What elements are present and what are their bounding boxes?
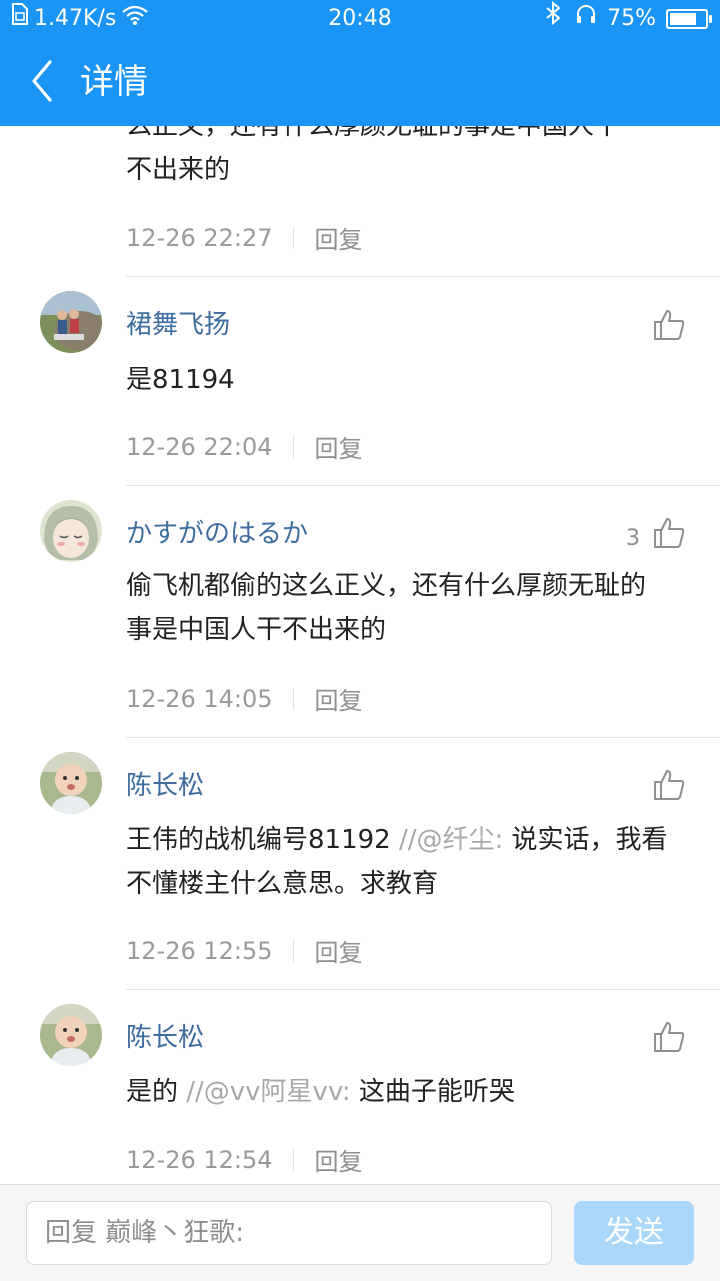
navbar: 详情 (0, 38, 720, 126)
comment-content: 偷飞机都偷的这么正义，还有什么厚颜无耻的事是中国人干不出来的 (126, 564, 671, 652)
reply-button[interactable]: 回复 (315, 681, 363, 716)
bluetooth-icon (543, 0, 565, 38)
page-title: 详情 (80, 62, 148, 102)
comment-content-partial: 不出来的 (126, 155, 231, 185)
reply-button[interactable]: 回复 (315, 220, 363, 255)
quote-author[interactable]: //@纤尘: (399, 825, 503, 855)
comment-meta: 12-26 22:27 回复 (126, 220, 363, 255)
comment-time: 12-26 22:04 (126, 432, 273, 461)
comment-meta: 12-26 12:54 回复 (126, 1142, 363, 1177)
comment-text: 是81194 (126, 365, 235, 395)
avatar[interactable] (40, 752, 102, 814)
reply-bar: 回复 巅峰丶狂歌: 发送 (0, 1184, 720, 1281)
battery-percent: 75% (607, 6, 656, 31)
meta-divider (292, 687, 294, 710)
status-bar: 1.47K/s 20:48 75% (0, 0, 720, 38)
chevron-left-icon (32, 60, 52, 102)
thumbs-up-icon[interactable] (652, 768, 686, 802)
meta-divider (292, 435, 294, 458)
comment-time: 12-26 22:27 (126, 223, 273, 252)
meta-divider (292, 939, 294, 962)
comment-content: 王伟的战机编号81192 //@纤尘: 说实话，我看不懂楼主什么意思。求教育 (126, 818, 671, 906)
comment-text: 偷飞机都偷的这么正义，还有什么厚颜无耻的事是中国人干不出来的 (126, 571, 647, 645)
headphone-icon (575, 0, 597, 38)
comment-username[interactable]: 陈长松 (126, 765, 204, 802)
comment-meta: 12-26 22:04 回复 (126, 429, 363, 464)
comment-time: 12-26 14:05 (126, 684, 273, 713)
comment-username[interactable]: かすがのはるか (126, 513, 308, 550)
like-count: 3 (626, 526, 640, 551)
comment-text: 是的 (126, 1077, 187, 1107)
comment-time: 12-26 12:54 (126, 1145, 273, 1174)
battery-icon (666, 9, 712, 29)
send-button[interactable]: 发送 (574, 1201, 694, 1265)
thumbs-up-icon[interactable] (652, 1020, 686, 1054)
avatar[interactable] (40, 291, 102, 353)
comment-text: 王伟的战机编号81192 (126, 825, 399, 855)
reply-input[interactable]: 回复 巅峰丶狂歌: (26, 1201, 552, 1265)
comment-content: 是的 //@vv阿星vv: 这曲子能听哭 (126, 1070, 671, 1114)
quote-text: 这曲子能听哭 (350, 1077, 515, 1107)
comment-meta: 12-26 12:55 回复 (126, 933, 363, 968)
reply-button[interactable]: 回复 (315, 1142, 363, 1177)
back-button[interactable] (24, 56, 64, 106)
divider (126, 276, 720, 277)
comment-time: 12-26 12:55 (126, 936, 273, 965)
comment-username[interactable]: 裙舞飞扬 (126, 304, 230, 341)
comment-meta: 12-26 14:05 回复 (126, 681, 363, 716)
comment-content: 是81194 (126, 358, 671, 402)
comment-content-partial-top: 么正义，还有什么厚颜无耻的事是中国人干 (126, 126, 621, 141)
avatar[interactable] (40, 500, 102, 562)
comment-username[interactable]: 陈长松 (126, 1017, 204, 1054)
meta-divider (292, 226, 294, 249)
quote-author[interactable]: //@vv阿星vv: (186, 1077, 350, 1107)
thumbs-up-icon[interactable] (652, 308, 686, 342)
reply-button[interactable]: 回复 (315, 933, 363, 968)
avatar[interactable] (40, 1004, 102, 1066)
app-header: 1.47K/s 20:48 75% 详情 (0, 0, 720, 126)
divider (126, 989, 720, 990)
comment-list[interactable]: 么正义，还有什么厚颜无耻的事是中国人干 不出来的 12-26 22:27 回复 … (0, 126, 720, 1184)
reply-button[interactable]: 回复 (315, 429, 363, 464)
meta-divider (292, 1148, 294, 1171)
divider (126, 737, 720, 738)
divider (126, 485, 720, 486)
thumbs-up-icon[interactable] (652, 516, 686, 550)
